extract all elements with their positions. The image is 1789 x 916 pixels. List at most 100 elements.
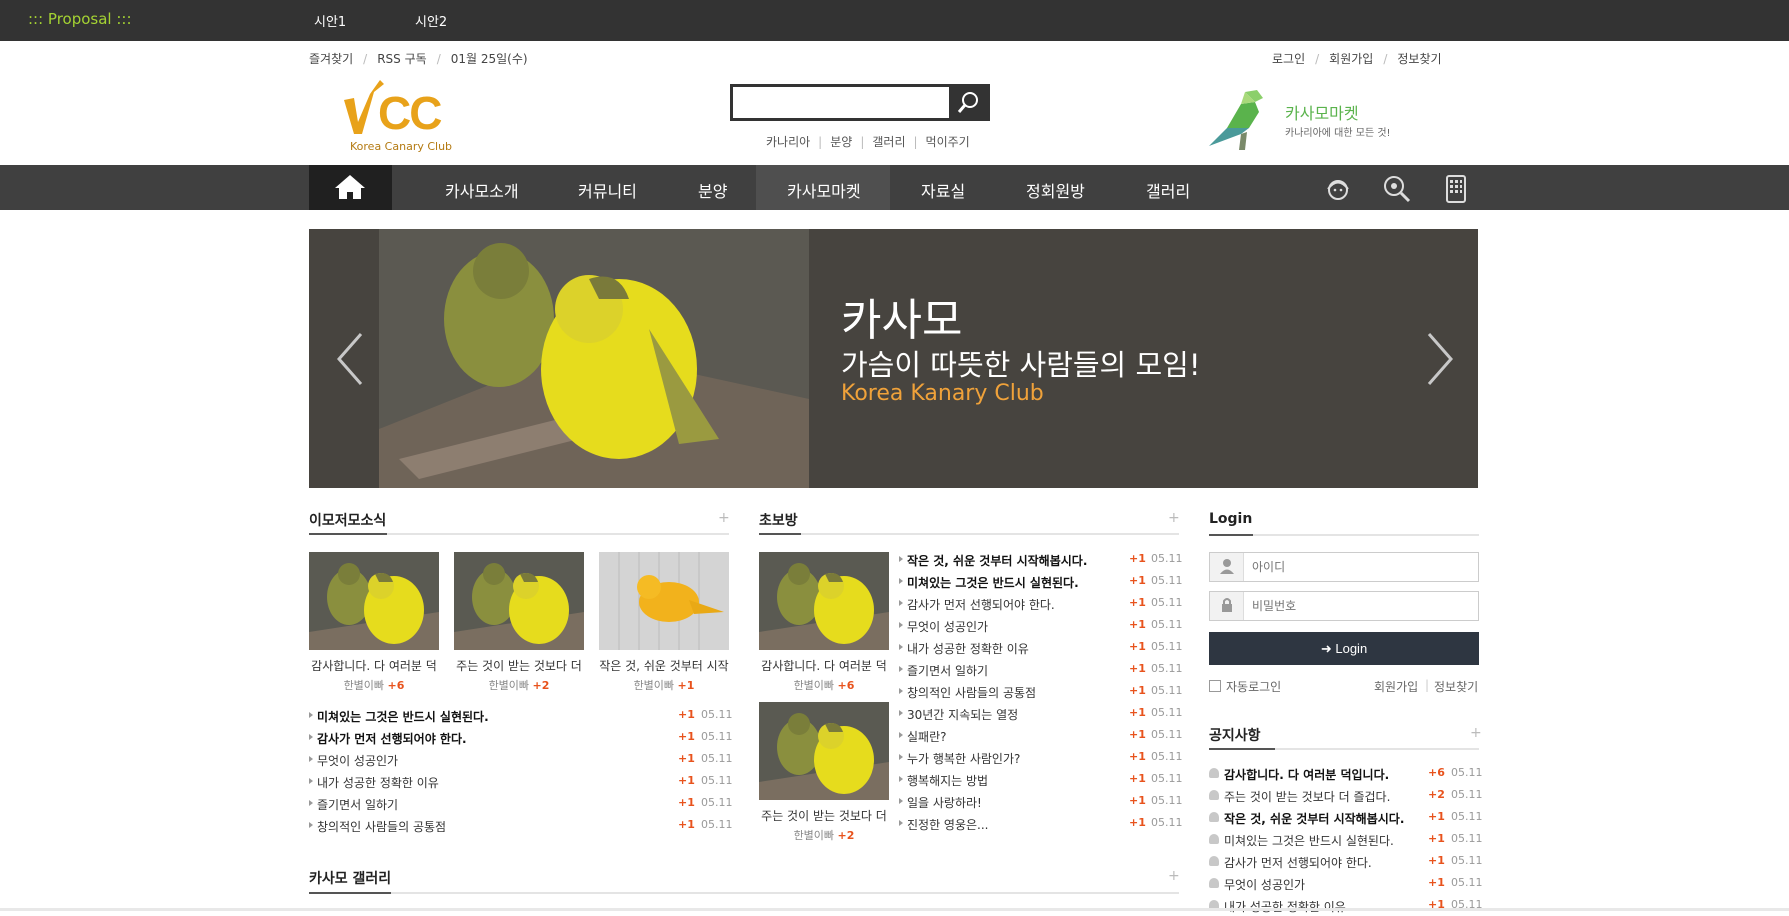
- list-item[interactable]: 즐기면서 일하기 +1 05.11: [899, 660, 1183, 680]
- nav-archive[interactable]: 자료실: [921, 178, 965, 202]
- list-item-title[interactable]: 무엇이 성공인가: [907, 618, 988, 635]
- login-button[interactable]: ➜ Login: [1209, 632, 1479, 665]
- list-item-title[interactable]: 즐기면서 일하기: [907, 662, 988, 679]
- nav-gallery[interactable]: 갤러리: [1146, 178, 1190, 202]
- list-item[interactable]: 창의적인 사람들의 공통점 +1 05.11: [899, 682, 1183, 702]
- market-banner[interactable]: 카사모마켓 카나리아에 대한 모든 것!: [1205, 88, 1405, 158]
- news-thumb-image[interactable]: [309, 552, 439, 650]
- section-news-more[interactable]: +: [718, 510, 730, 526]
- beginner-thumb-caption[interactable]: 감사합니다. 다 여러분 덕: [759, 657, 889, 674]
- list-item[interactable]: 진정한 영웅은... +1 05.11: [899, 814, 1183, 834]
- list-item[interactable]: 감사가 먼저 선행되어야 한다. +1 05.11: [899, 594, 1183, 614]
- list-item-title[interactable]: 미쳐있는 그것은 반드시 실현된다.: [1224, 832, 1394, 849]
- news-thumb-caption[interactable]: 감사합니다. 다 여러분 덕: [309, 657, 439, 674]
- login-find-link[interactable]: 정보찾기: [1434, 678, 1478, 695]
- quick-link-adoption[interactable]: 분양: [830, 135, 852, 149]
- quick-link-canary[interactable]: 카나리아: [766, 135, 810, 149]
- nav-adoption[interactable]: 분양: [698, 178, 727, 202]
- list-item-title[interactable]: 내가 성공한 정확한 이유: [907, 640, 1029, 657]
- list-item[interactable]: 미쳐있는 그것은 반드시 실현된다. +1 05.11: [899, 572, 1183, 592]
- beginner-thumb-image[interactable]: [759, 552, 889, 650]
- bookmark-link[interactable]: 즐겨찾기: [309, 52, 353, 66]
- nav-about[interactable]: 카사모소개: [445, 178, 519, 202]
- list-item[interactable]: 실패란? +1 05.11: [899, 726, 1183, 746]
- id-input[interactable]: [1252, 558, 1472, 576]
- view-search-icon[interactable]: [1382, 174, 1412, 204]
- tab-draft-1[interactable]: 시안1: [314, 11, 346, 30]
- news-thumb-image[interactable]: [599, 552, 729, 650]
- nav-members[interactable]: 정회원방: [1026, 178, 1085, 202]
- quick-link-feeding[interactable]: 먹이주기: [926, 135, 970, 149]
- list-item[interactable]: 주는 것이 받는 것보다 더 즐겁다. +2 05.11: [1209, 786, 1483, 806]
- list-item[interactable]: 감사가 먼저 선행되어야 한다. +1 05.11: [1209, 852, 1483, 872]
- login-join-link[interactable]: 회원가입: [1374, 678, 1418, 695]
- news-thumb-caption[interactable]: 주는 것이 받는 것보다 더: [454, 657, 584, 674]
- find-info-link[interactable]: 정보찾기: [1397, 52, 1441, 66]
- list-item[interactable]: 감사가 먼저 선행되어야 한다. +1 05.11: [309, 728, 733, 748]
- list-item[interactable]: 내가 성공한 정확한 이유 +1 05.11: [309, 772, 733, 792]
- list-item[interactable]: 30년간 지속되는 열정 +1 05.11: [899, 704, 1183, 724]
- list-item-title[interactable]: 내가 성공한 정확한 이유: [317, 774, 439, 791]
- beginner-thumb-image[interactable]: [759, 702, 889, 800]
- list-item-title[interactable]: 내가 성공한 정확한 이유: [1224, 898, 1346, 915]
- list-item[interactable]: 즐기면서 일하기 +1 05.11: [309, 794, 733, 814]
- password-input[interactable]: [1252, 597, 1472, 615]
- list-item-title[interactable]: 미쳐있는 그것은 반드시 실현된다.: [317, 708, 489, 725]
- search-button[interactable]: [949, 87, 987, 118]
- quick-link-gallery[interactable]: 갤러리: [872, 135, 905, 149]
- list-item[interactable]: 감사합니다. 다 여러분 덕입니다. +6 05.11: [1209, 764, 1483, 784]
- support-icon[interactable]: [1323, 174, 1353, 204]
- list-item-title[interactable]: 주는 것이 받는 것보다 더 즐겁다.: [1224, 788, 1390, 805]
- list-item-title[interactable]: 감사가 먼저 선행되어야 한다.: [907, 596, 1055, 613]
- list-item[interactable]: 무엇이 성공인가 +1 05.11: [899, 616, 1183, 636]
- list-item-title[interactable]: 감사가 먼저 선행되어야 한다.: [317, 730, 467, 747]
- news-thumb-caption[interactable]: 작은 것, 쉬운 것부터 시작: [599, 657, 729, 674]
- next-arrow-icon[interactable]: [1419, 329, 1459, 389]
- list-item[interactable]: 내가 성공한 정확한 이유 +1 05.11: [1209, 896, 1483, 916]
- list-item-title[interactable]: 30년간 지속되는 열정: [907, 706, 1018, 723]
- list-item-title[interactable]: 창의적인 사람들의 공통점: [317, 818, 446, 835]
- list-item-title[interactable]: 즐기면서 일하기: [317, 796, 398, 813]
- list-item[interactable]: 내가 성공한 정확한 이유 +1 05.11: [899, 638, 1183, 658]
- list-item-title[interactable]: 행복해지는 방법: [907, 772, 988, 789]
- list-item-title[interactable]: 무엇이 성공인가: [1224, 876, 1305, 893]
- home-button[interactable]: [309, 165, 392, 210]
- rss-link[interactable]: RSS 구독: [377, 52, 426, 66]
- login-link[interactable]: 로그인: [1272, 52, 1305, 66]
- list-item-title[interactable]: 누가 행복한 사람인가?: [907, 750, 1020, 767]
- beginner-thumb-caption[interactable]: 주는 것이 받는 것보다 더: [759, 807, 889, 824]
- news-thumb-image[interactable]: [454, 552, 584, 650]
- tab-draft-2[interactable]: 시안2: [415, 11, 447, 30]
- nav-market[interactable]: 카사모마켓: [787, 178, 861, 202]
- list-item-title[interactable]: 창의적인 사람들의 공통점: [907, 684, 1036, 701]
- mobile-icon[interactable]: [1441, 174, 1471, 204]
- list-item-title[interactable]: 미쳐있는 그것은 반드시 실현된다.: [907, 574, 1079, 591]
- auto-login-checkbox[interactable]: [1209, 680, 1221, 692]
- nav-community[interactable]: 커뮤니티: [578, 178, 637, 202]
- list-item[interactable]: 일을 사랑하라! +1 05.11: [899, 792, 1183, 812]
- list-item[interactable]: 미쳐있는 그것은 반드시 실현된다. +1 05.11: [1209, 830, 1483, 850]
- section-beginner-more[interactable]: +: [1168, 510, 1180, 526]
- list-item-title[interactable]: 감사가 먼저 선행되어야 한다.: [1224, 854, 1372, 871]
- list-item[interactable]: 행복해지는 방법 +1 05.11: [899, 770, 1183, 790]
- search-input[interactable]: [733, 87, 951, 118]
- site-logo[interactable]: CC Korea Canary Club: [340, 78, 465, 158]
- prev-arrow-icon[interactable]: [331, 329, 371, 389]
- list-item[interactable]: 창의적인 사람들의 공통점 +1 05.11: [309, 816, 733, 836]
- list-item[interactable]: 누가 행복한 사람인가? +1 05.11: [899, 748, 1183, 768]
- list-item[interactable]: 미쳐있는 그것은 반드시 실현된다. +1 05.11: [309, 706, 733, 726]
- list-item[interactable]: 무엇이 성공인가 +1 05.11: [309, 750, 733, 770]
- list-item[interactable]: 작은 것, 쉬운 것부터 시작해봅시다. +1 05.11: [1209, 808, 1483, 828]
- section-gallery-more[interactable]: +: [1168, 868, 1180, 884]
- list-item-title[interactable]: 작은 것, 쉬운 것부터 시작해봅시다.: [1224, 810, 1404, 827]
- list-item-title[interactable]: 진정한 영웅은...: [907, 816, 989, 833]
- join-link[interactable]: 회원가입: [1329, 52, 1373, 66]
- list-item[interactable]: 작은 것, 쉬운 것부터 시작해봅시다. +1 05.11: [899, 550, 1183, 570]
- list-item-title[interactable]: 감사합니다. 다 여러분 덕입니다.: [1224, 766, 1389, 783]
- list-item-title[interactable]: 작은 것, 쉬운 것부터 시작해봅시다.: [907, 552, 1087, 569]
- list-item[interactable]: 무엇이 성공인가 +1 05.11: [1209, 874, 1483, 894]
- list-item-title[interactable]: 일을 사랑하라!: [907, 794, 982, 811]
- notice-more[interactable]: +: [1470, 725, 1482, 741]
- list-item-title[interactable]: 실패란?: [907, 728, 947, 745]
- list-item-title[interactable]: 무엇이 성공인가: [317, 752, 398, 769]
